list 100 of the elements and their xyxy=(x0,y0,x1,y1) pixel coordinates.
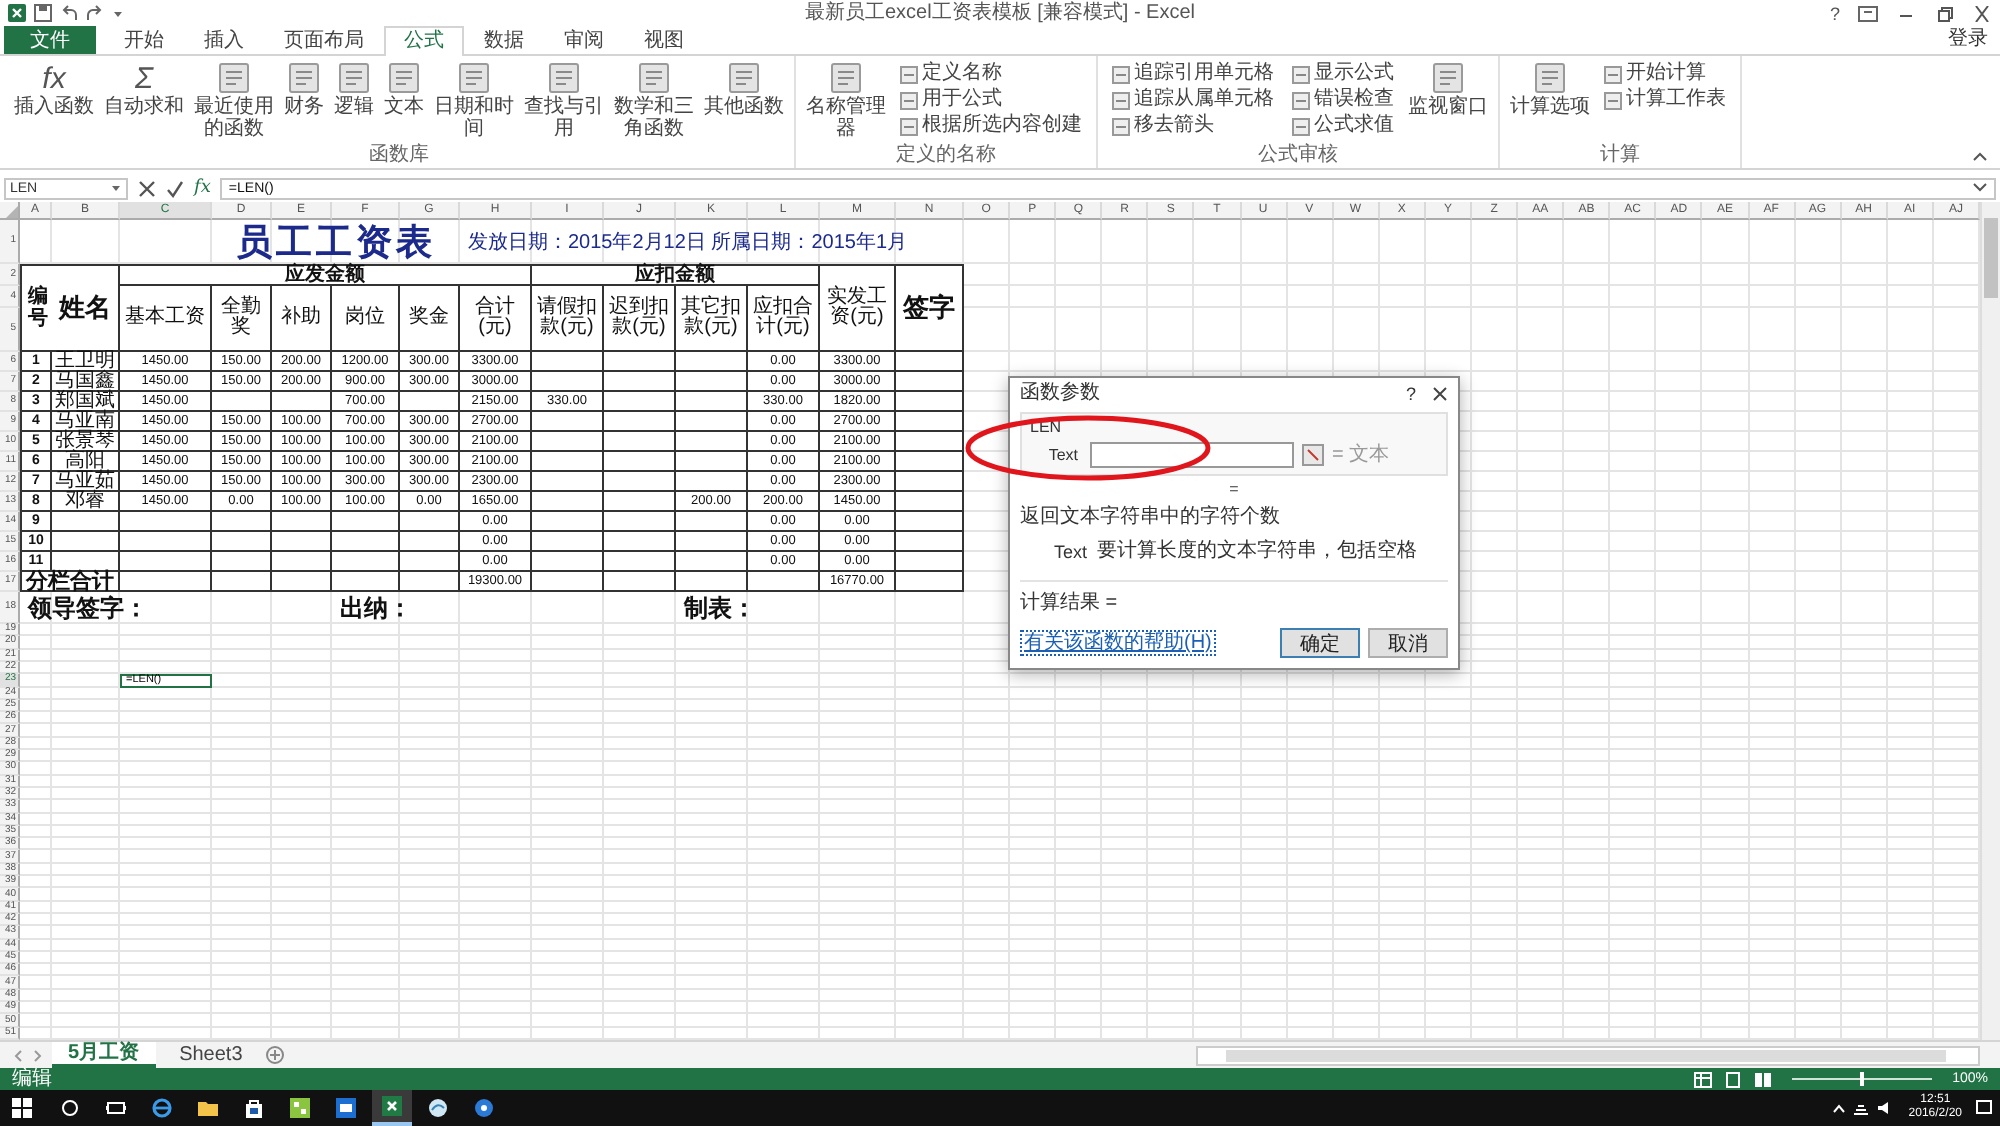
ribbon-tab[interactable]: 审阅 xyxy=(544,26,624,54)
ribbon-button[interactable]: 监视窗口 xyxy=(1404,60,1492,144)
table-cell xyxy=(676,412,748,432)
windows-icon[interactable] xyxy=(12,1098,32,1118)
next-icon[interactable] xyxy=(32,1047,44,1063)
table-cell xyxy=(604,352,676,372)
ribbon-tab[interactable]: 页面布局 xyxy=(264,26,384,54)
ribbon-button[interactable]: 财务 xyxy=(280,60,328,144)
save-icon[interactable] xyxy=(34,4,52,22)
ribbon-button[interactable]: 其他函数 xyxy=(700,60,788,144)
sheet-tab[interactable]: Sheet3 xyxy=(163,1042,259,1068)
network-icon[interactable] xyxy=(1852,1100,1871,1116)
function-icon: fx xyxy=(42,62,66,96)
ribbon-button[interactable]: 根据所选内容创建 xyxy=(896,114,1086,138)
ribbon-button[interactable]: 逻辑 xyxy=(330,60,378,144)
help-button[interactable]: ? xyxy=(1405,381,1416,405)
ribbon-button[interactable]: 计算选项 xyxy=(1506,60,1594,144)
redo-icon[interactable] xyxy=(86,4,104,22)
tile-icon xyxy=(338,62,370,94)
ribbon-tab[interactable]: 视图 xyxy=(624,26,704,54)
table-cell xyxy=(676,452,748,472)
table-cell xyxy=(896,432,964,452)
table-cell xyxy=(604,412,676,432)
table-cell xyxy=(400,532,460,552)
square-icon xyxy=(900,91,918,109)
undo-icon[interactable] xyxy=(60,4,78,22)
parameter-description: 要计算长度的文本字符串，包括空格 xyxy=(1097,540,1418,564)
parameter-name: Text xyxy=(1054,540,1088,564)
table-cell xyxy=(52,512,120,532)
help-button[interactable]: ? xyxy=(1829,3,1840,23)
bird-icon xyxy=(428,1098,448,1118)
collapse-dialog-icon[interactable] xyxy=(1302,443,1324,465)
browser-icon xyxy=(152,1098,172,1118)
ribbon-button[interactable]: 用于公式 xyxy=(896,88,1086,112)
horizontal-scrollbar[interactable] xyxy=(1196,1045,1980,1065)
ribbon-button[interactable]: 定义名称 xyxy=(896,62,1086,86)
expand-icon[interactable] xyxy=(1972,182,1988,194)
ribbon-button[interactable]: 文本 xyxy=(380,60,428,144)
ribbon-button[interactable]: 名称管理器 xyxy=(802,60,890,144)
table-cell xyxy=(896,372,964,392)
ribbon-button[interactable]: Σ 自动求和 xyxy=(100,60,188,144)
table-cell xyxy=(604,472,676,492)
ribbon-display-icon[interactable] xyxy=(1858,5,1878,21)
close-icon[interactable] xyxy=(1432,385,1448,401)
ribbon-button[interactable]: 开始计算 xyxy=(1600,62,1730,86)
argument-field[interactable] xyxy=(1090,441,1294,467)
dialog-button[interactable]: 取消 xyxy=(1368,628,1448,658)
table-cell xyxy=(604,532,676,552)
ribbon-button[interactable]: 追踪从属单元格 xyxy=(1108,88,1278,112)
ribbon-tab[interactable]: 数据 xyxy=(464,26,544,54)
sign-in-link[interactable]: 登录 xyxy=(1948,26,2000,54)
table-header: 基本工资 xyxy=(120,286,212,352)
ribbon-tab[interactable]: 插入 xyxy=(184,26,264,54)
enter-icon[interactable] xyxy=(166,179,184,197)
folder-icon xyxy=(198,1098,218,1118)
collapse-icon[interactable] xyxy=(1972,150,1988,162)
ribbon-button[interactable]: 计算工作表 xyxy=(1600,88,1730,112)
table-cell xyxy=(332,552,400,572)
add-sheet-icon[interactable] xyxy=(266,1046,285,1064)
up-caret-icon[interactable] xyxy=(1832,1102,1847,1114)
square-icon xyxy=(1604,91,1622,109)
ribbon-button[interactable]: 追踪引用单元格 xyxy=(1108,62,1278,86)
dialog-button[interactable]: 确定 xyxy=(1280,628,1360,658)
help-link[interactable]: 有关该函数的帮助(H) xyxy=(1020,630,1216,656)
square-icon xyxy=(900,65,918,83)
cancel-icon[interactable] xyxy=(138,179,156,197)
ribbon-button[interactable]: 日期和时间 xyxy=(430,60,518,144)
ribbon-button[interactable]: 查找与引用 xyxy=(520,60,608,144)
ribbon-button[interactable]: 数学和三角函数 xyxy=(610,60,698,144)
table-cell xyxy=(896,492,964,512)
ribbon-button[interactable]: 显示公式 xyxy=(1288,62,1398,86)
restore-icon[interactable] xyxy=(1934,5,1954,21)
vertical-scrollbar[interactable] xyxy=(1980,202,2000,1040)
table-cell xyxy=(896,532,964,552)
table-cell xyxy=(676,552,748,572)
previous-icon[interactable] xyxy=(12,1047,24,1063)
table-cell xyxy=(896,452,964,472)
sheet-tab[interactable]: 5月工资 xyxy=(52,1042,156,1068)
ribbon-button[interactable]: fx 插入函数 xyxy=(10,60,98,144)
page-break-icon[interactable] xyxy=(1754,1071,1773,1087)
tile-icon xyxy=(1432,62,1464,94)
spreadsheet-icon xyxy=(382,1096,402,1116)
ribbon-button[interactable]: 移去箭头 xyxy=(1108,114,1278,138)
function-description: 返回文本字符串中的字符个数 xyxy=(1018,503,1282,532)
page-layout-icon[interactable] xyxy=(1724,1071,1743,1087)
ribbon-button[interactable]: 公式求值 xyxy=(1288,114,1398,138)
insert-function-button[interactable]: fx xyxy=(194,177,211,199)
ribbon-button[interactable]: 错误检查 xyxy=(1288,88,1398,112)
ribbon-button[interactable]: 最近使用的函数 xyxy=(190,60,278,144)
caret-icon xyxy=(110,182,122,194)
ribbon-tab[interactable]: 文件 xyxy=(4,26,96,54)
ribbon-tab[interactable]: 开始 xyxy=(104,26,184,54)
table-cell xyxy=(896,392,964,412)
table-cell xyxy=(212,532,272,552)
normal-view-icon[interactable] xyxy=(1694,1071,1713,1087)
ribbon-tab[interactable]: 公式 xyxy=(384,26,464,56)
notification-icon[interactable] xyxy=(1976,1100,1992,1116)
close-icon[interactable] xyxy=(1972,5,1992,21)
signature-label: 领导签字： xyxy=(25,592,150,624)
taskbar-button[interactable] xyxy=(372,1090,412,1126)
